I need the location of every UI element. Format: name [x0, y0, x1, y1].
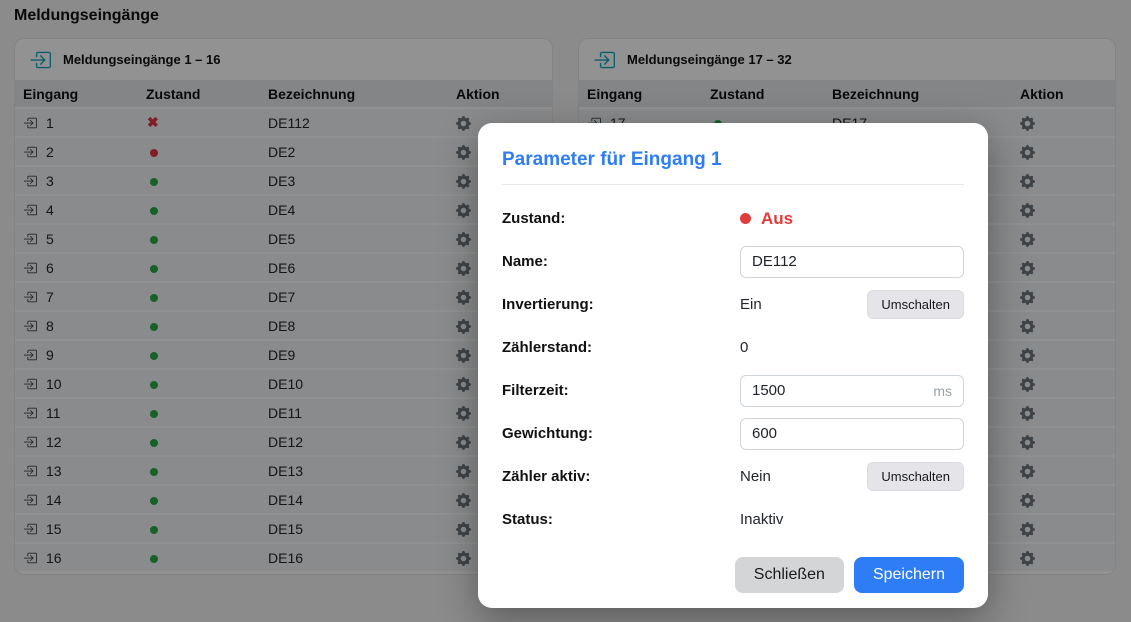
- zustand-value: Aus: [761, 209, 793, 229]
- zaehlerstand-value: 0: [740, 339, 748, 356]
- zaehlerstand-label: Zählerstand:: [502, 339, 740, 356]
- field-row-name: Name:: [502, 245, 964, 278]
- zaehler-aktiv-umschalten-button[interactable]: Umschalten: [867, 462, 964, 491]
- gewichtung-label: Gewichtung:: [502, 425, 740, 442]
- save-button[interactable]: Speichern: [854, 557, 964, 593]
- status-label: Status:: [502, 511, 740, 528]
- zaehler-aktiv-label: Zähler aktiv:: [502, 468, 740, 485]
- zaehler-aktiv-value: Nein: [740, 468, 771, 485]
- field-row-zaehler-aktiv: Zähler aktiv: Nein Umschalten: [502, 460, 964, 493]
- zustand-label: Zustand:: [502, 210, 740, 227]
- invertierung-label: Invertierung:: [502, 296, 740, 313]
- status-value: Inaktiv: [740, 511, 783, 528]
- modal-footer: Schließen Speichern: [502, 557, 964, 593]
- gewichtung-input[interactable]: [740, 418, 964, 450]
- modal-title: Parameter für Eingang 1: [502, 149, 964, 171]
- divider: [502, 184, 964, 185]
- field-row-zaehlerstand: Zählerstand: 0: [502, 331, 964, 364]
- name-input[interactable]: [740, 246, 964, 278]
- field-row-invertierung: Invertierung: Ein Umschalten: [502, 288, 964, 321]
- field-row-status: Status: Inaktiv: [502, 503, 964, 536]
- parameter-modal: Parameter für Eingang 1 Zustand: Aus Nam…: [478, 123, 988, 608]
- field-row-zustand: Zustand: Aus: [502, 202, 964, 235]
- field-row-gewichtung: Gewichtung:: [502, 417, 964, 450]
- field-row-filterzeit: Filterzeit: ms: [502, 374, 964, 407]
- invertierung-umschalten-button[interactable]: Umschalten: [867, 290, 964, 319]
- invertierung-value: Ein: [740, 296, 762, 313]
- zustand-state: Aus: [740, 209, 793, 229]
- filterzeit-input[interactable]: [740, 375, 964, 407]
- name-label: Name:: [502, 253, 740, 270]
- red-dot-icon: [740, 213, 751, 224]
- filterzeit-label: Filterzeit:: [502, 382, 740, 399]
- close-button[interactable]: Schließen: [735, 557, 844, 593]
